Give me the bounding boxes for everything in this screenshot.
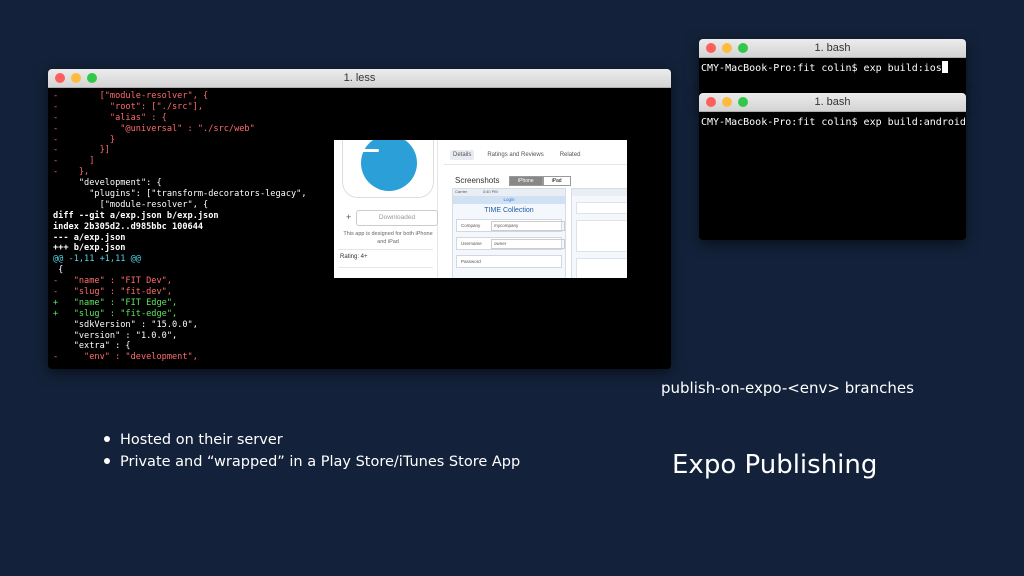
bullet-list: Hosted on their server Private and “wrap… xyxy=(104,429,520,473)
bullet-item: Hosted on their server xyxy=(104,429,520,451)
window-title: 1. bash xyxy=(814,96,851,108)
minimize-icon[interactable] xyxy=(722,97,732,107)
rating-label: Rating: 4+ xyxy=(340,254,368,260)
app-store-panel: + Downloaded This app is designed for bo… xyxy=(334,140,627,278)
device-note: This app is designed for both iPhone and… xyxy=(343,231,433,245)
diff-line: + "name" : "FIT Edge", xyxy=(53,297,178,308)
brand-title: TIME Collection xyxy=(484,207,534,214)
bullet-icon xyxy=(104,436,110,442)
minimize-icon[interactable] xyxy=(722,43,732,53)
bash-ios-window[interactable]: 1. bash CMY-MacBook-Pro:fit colin$ exp b… xyxy=(699,39,966,99)
window-title: 1. less xyxy=(343,72,376,84)
diff-line: - "root": ["./src"], xyxy=(53,101,204,112)
zoom-icon[interactable] xyxy=(87,73,97,83)
zoom-icon[interactable] xyxy=(738,43,748,53)
bullet-item: Private and “wrapped” in a Play Store/iT… xyxy=(104,451,520,473)
diff-line: - "slug" : "fit-dev", xyxy=(53,287,172,298)
tab-details[interactable]: Details xyxy=(450,150,475,160)
diff-line: - "@universal" : "./src/web" xyxy=(53,123,255,134)
diff-line: - ["module-resolver", { xyxy=(53,91,209,101)
diff-line: - "env" : "development", xyxy=(53,352,198,363)
minimize-icon[interactable] xyxy=(71,73,81,83)
screenshots-heading: Screenshots xyxy=(455,176,500,185)
close-icon[interactable] xyxy=(706,43,716,53)
tab-ratings[interactable]: Ratings and Reviews xyxy=(484,150,546,160)
diff-line: "extra" : { xyxy=(53,341,131,352)
window-title: 1. bash xyxy=(814,42,851,54)
command-prompt[interactable]: CMY-MacBook-Pro:fit colin$ exp build:ios xyxy=(699,58,966,74)
close-icon[interactable] xyxy=(55,73,65,83)
app-icon xyxy=(342,140,434,198)
window-titlebar[interactable]: 1. less xyxy=(48,69,671,88)
diff-line: "sdkVersion" : "15.0.0", xyxy=(53,319,198,330)
window-titlebar[interactable]: 1. bash xyxy=(699,93,966,112)
store-tabs: Details Ratings and Reviews Related xyxy=(450,150,583,160)
diff-line: - "alias" : { xyxy=(53,112,167,123)
segment-iphone[interactable]: iPhone xyxy=(509,176,543,186)
zoom-icon[interactable] xyxy=(738,97,748,107)
window-titlebar[interactable]: 1. bash xyxy=(699,39,966,58)
diff-line: + "slug" : "fit-edge", xyxy=(53,308,178,319)
slide-heading: Expo Publishing xyxy=(672,450,878,480)
download-button[interactable]: Downloaded xyxy=(356,210,438,226)
segment-ipad[interactable]: iPad xyxy=(542,176,571,186)
tab-related[interactable]: Related xyxy=(557,150,584,160)
close-icon[interactable] xyxy=(706,97,716,107)
bullet-icon xyxy=(104,458,110,464)
diff-line: "version" : "1.0.0", xyxy=(53,330,178,341)
device-selector[interactable]: iPhone iPad xyxy=(509,176,571,186)
iphone-screenshot: Carrier 3:40 PM Login TIME Collection Co… xyxy=(452,188,566,278)
add-icon[interactable]: + xyxy=(346,212,351,222)
branches-caption: publish-on-expo-<env> branches xyxy=(661,379,914,397)
bash-android-window[interactable]: 1. bash CMY-MacBook-Pro:fit colin$ exp b… xyxy=(699,93,966,240)
command-prompt[interactable]: CMY-MacBook-Pro:fit colin$ exp build:and… xyxy=(699,112,966,128)
ipad-screenshot xyxy=(571,188,627,278)
